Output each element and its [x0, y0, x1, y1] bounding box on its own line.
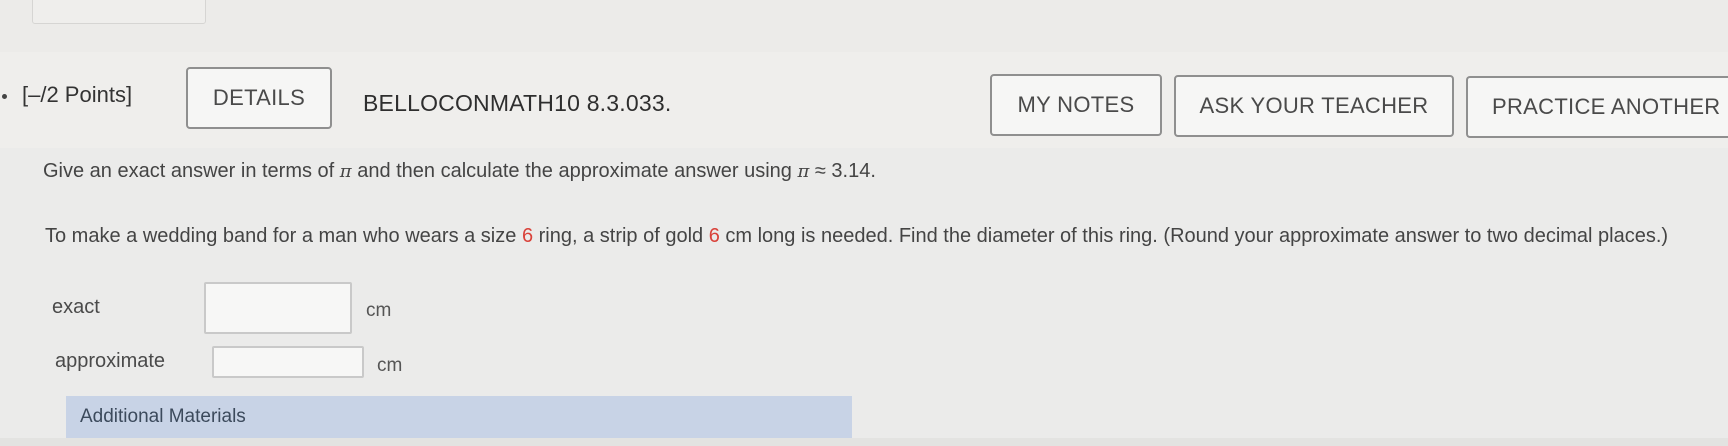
exact-label: exact	[52, 296, 100, 318]
pi-symbol-approx: π	[797, 161, 810, 182]
points-label: [–/2 Points]	[22, 82, 133, 107]
question-instructions: Give an exact answer in terms of π and t…	[43, 160, 876, 183]
exact-answer-input[interactable]	[204, 282, 352, 334]
question-text-part3: cm long is needed. Find the diameter of …	[719, 225, 1669, 247]
ask-your-teacher-button[interactable]: ASK YOUR TEACHER	[1174, 75, 1454, 137]
question-text: To make a wedding band for a man who wea…	[45, 222, 1685, 251]
additional-materials-bar[interactable]: Additional Materials	[66, 396, 852, 438]
exact-unit-label: cm	[366, 300, 392, 321]
previous-question-strip	[0, 0, 1728, 53]
approximate-label: approximate	[55, 350, 166, 372]
details-button[interactable]: DETAILS	[186, 67, 332, 129]
question-text-part1: To make a wedding band for a man who wea…	[45, 225, 522, 247]
previous-question-box	[32, 0, 206, 24]
pi-approximation: ≈ 3.14.	[809, 160, 876, 182]
strip-length-value: 6	[708, 225, 720, 247]
ring-size-value: 6	[521, 225, 534, 247]
question-content: Give an exact answer in terms of π and t…	[0, 148, 1728, 446]
instructions-text: Give an exact answer in terms of	[43, 160, 340, 182]
additional-materials-label: Additional Materials	[80, 406, 246, 427]
question-header: [–/2 Points] DETAILS BELLOCONMATH10 8.3.…	[0, 52, 1728, 148]
my-notes-button[interactable]: MY NOTES	[990, 74, 1162, 136]
question-text-part2: ring, a strip of gold	[533, 225, 709, 247]
approximate-unit-label: cm	[377, 355, 403, 376]
problem-id: BELLOCONMATH10 8.3.033.	[363, 90, 672, 116]
approximate-answer-input[interactable]	[212, 346, 364, 378]
instructions-text-middle: and then calculate the approximate answe…	[351, 160, 798, 182]
bottom-divider	[0, 438, 1728, 446]
practice-another-button[interactable]: PRACTICE ANOTHER	[1466, 76, 1728, 138]
pi-symbol: π	[339, 161, 352, 182]
question-bullet-icon	[2, 94, 7, 99]
